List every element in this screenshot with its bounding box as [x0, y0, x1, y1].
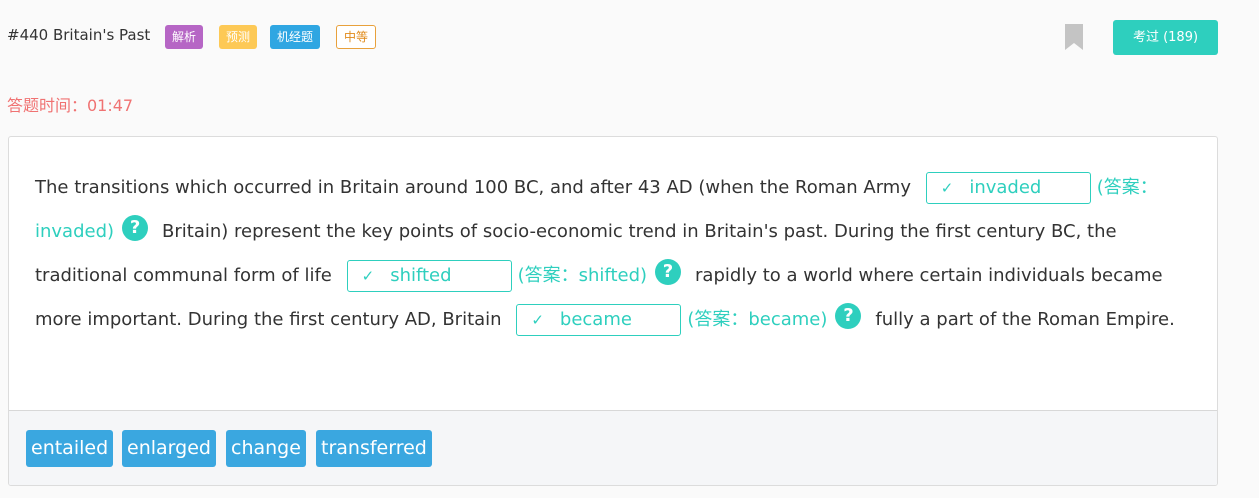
question-title: #440 Britain's Past [7, 26, 151, 44]
tag-exam-question[interactable]: 机经题 [270, 25, 321, 49]
check-icon: ✓ [361, 267, 375, 285]
check-icon: ✓ [940, 179, 954, 197]
passage-text: fully a part of the Roman Empire. [875, 309, 1175, 330]
blank-1[interactable]: ✓ invaded [925, 172, 1091, 204]
answer-label: (答案：became) [687, 309, 828, 330]
blank-value: became [559, 309, 632, 330]
question-circle-icon[interactable]: ? [122, 215, 149, 241]
blank-3[interactable]: ✓ became [516, 304, 682, 336]
blank-value: invaded [969, 177, 1042, 198]
passage-text: The transitions which occurred in Britai… [35, 177, 911, 198]
exam-count-button[interactable]: 考过 (189) [1113, 20, 1218, 55]
tag-analysis[interactable]: 解析 [165, 25, 204, 49]
blank-2[interactable]: ✓ shifted [346, 260, 512, 292]
question-circle-icon[interactable]: ? [835, 303, 862, 329]
answer-label: (答案：shifted) [517, 265, 648, 286]
word-chip[interactable]: change [226, 430, 306, 467]
question-card: The transitions which occurred in Britai… [8, 136, 1218, 486]
word-chip[interactable]: entailed [26, 430, 114, 467]
word-bank: entailed enlarged change transferred [9, 410, 1217, 485]
bookmark-icon[interactable] [1065, 24, 1083, 50]
blank-value: shifted [390, 265, 452, 286]
answer-timer: 答题时间：01:47 [7, 96, 134, 115]
word-chip[interactable]: transferred [316, 430, 432, 467]
question-circle-icon[interactable]: ? [655, 259, 682, 285]
tag-prediction[interactable]: 预测 [219, 25, 258, 49]
word-chip[interactable]: enlarged [122, 430, 216, 467]
check-icon: ✓ [531, 311, 544, 329]
passage: The transitions which occurred in Britai… [35, 166, 1195, 342]
tag-difficulty: 中等 [336, 25, 377, 49]
